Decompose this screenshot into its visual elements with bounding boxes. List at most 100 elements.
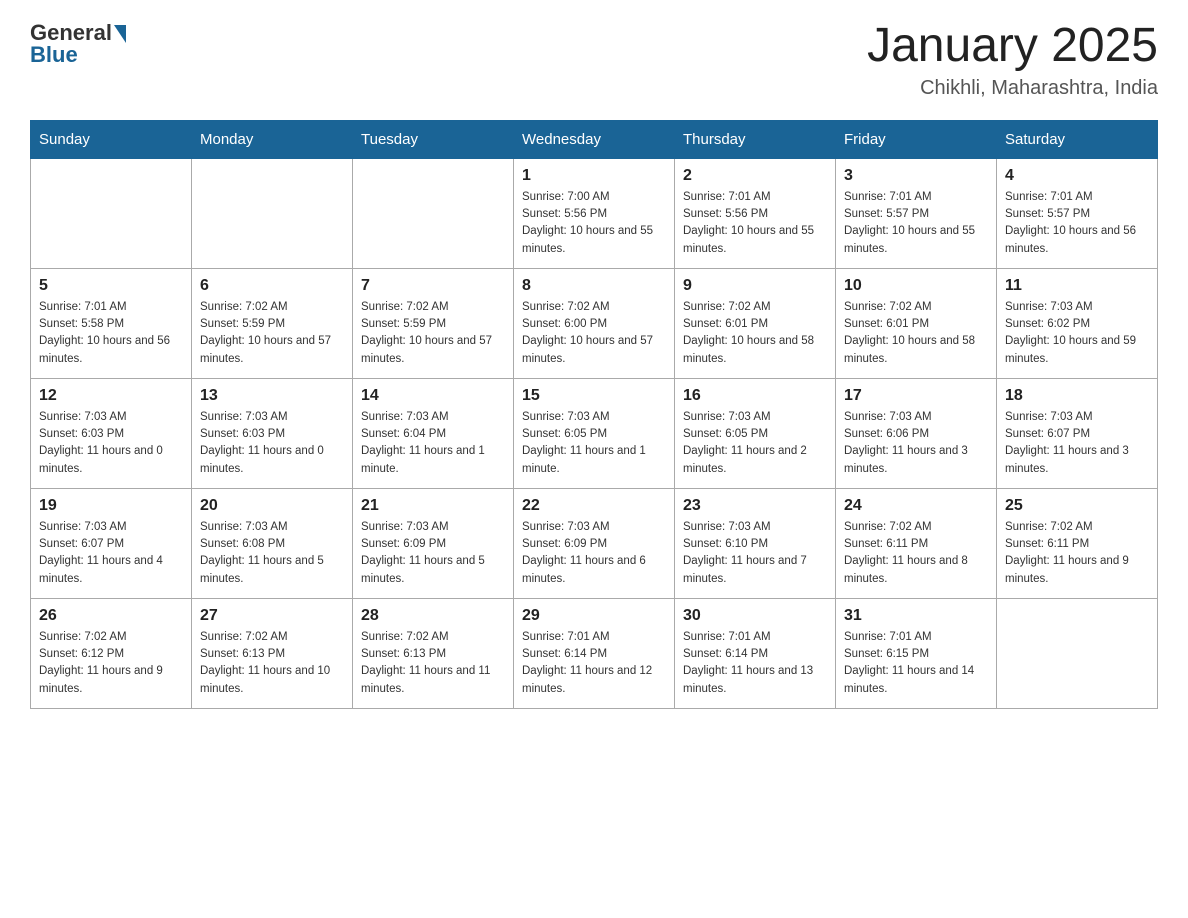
header-monday: Monday xyxy=(192,120,353,158)
calendar-cell: 24 Sunrise: 7:02 AMSunset: 6:11 PMDayligh… xyxy=(836,488,997,598)
day-number: 6 xyxy=(200,277,344,295)
calendar-cell: 27 Sunrise: 7:02 AMSunset: 6:13 PMDayligh… xyxy=(192,598,353,708)
calendar-cell: 11 Sunrise: 7:03 AMSunset: 6:02 PMDayligh… xyxy=(997,268,1158,378)
day-number: 22 xyxy=(522,497,666,515)
day-number: 24 xyxy=(844,497,988,515)
day-info: Sunrise: 7:00 AMSunset: 5:56 PMDaylight:… xyxy=(522,189,666,258)
day-number: 17 xyxy=(844,387,988,405)
day-info: Sunrise: 7:02 AMSunset: 6:13 PMDaylight:… xyxy=(200,629,344,698)
logo-blue-text: Blue xyxy=(30,42,78,68)
calendar-title: January 2025 xyxy=(867,20,1158,73)
day-number: 19 xyxy=(39,497,183,515)
calendar-week-row: 19 Sunrise: 7:03 AMSunset: 6:07 PMDayligh… xyxy=(31,488,1158,598)
day-info: Sunrise: 7:03 AMSunset: 6:10 PMDaylight:… xyxy=(683,519,827,588)
calendar-cell: 21 Sunrise: 7:03 AMSunset: 6:09 PMDayligh… xyxy=(353,488,514,598)
day-number: 20 xyxy=(200,497,344,515)
day-number: 16 xyxy=(683,387,827,405)
day-number: 8 xyxy=(522,277,666,295)
day-info: Sunrise: 7:03 AMSunset: 6:08 PMDaylight:… xyxy=(200,519,344,588)
calendar-cell: 9 Sunrise: 7:02 AMSunset: 6:01 PMDaylight… xyxy=(675,268,836,378)
day-info: Sunrise: 7:02 AMSunset: 6:01 PMDaylight:… xyxy=(683,299,827,368)
calendar-cell: 3 Sunrise: 7:01 AMSunset: 5:57 PMDaylight… xyxy=(836,158,997,268)
calendar-cell: 14Sunrise: 7:03 AMSunset: 6:04 PMDayligh… xyxy=(353,378,514,488)
day-number: 23 xyxy=(683,497,827,515)
calendar-cell: 12 Sunrise: 7:03 AMSunset: 6:03 PMDayligh… xyxy=(31,378,192,488)
calendar-table: SundayMondayTuesdayWednesdayThursdayFrid… xyxy=(30,120,1158,709)
day-info: Sunrise: 7:03 AMSunset: 6:03 PMDaylight:… xyxy=(39,409,183,478)
calendar-cell: 23 Sunrise: 7:03 AMSunset: 6:10 PMDayligh… xyxy=(675,488,836,598)
day-number: 10 xyxy=(844,277,988,295)
day-info: Sunrise: 7:02 AMSunset: 5:59 PMDaylight:… xyxy=(200,299,344,368)
day-info: Sunrise: 7:02 AMSunset: 6:12 PMDaylight:… xyxy=(39,629,183,698)
day-info: Sunrise: 7:03 AMSunset: 6:04 PMDaylight:… xyxy=(361,409,505,478)
day-info: Sunrise: 7:02 AMSunset: 5:59 PMDaylight:… xyxy=(361,299,505,368)
calendar-cell: 10 Sunrise: 7:02 AMSunset: 6:01 PMDayligh… xyxy=(836,268,997,378)
day-info: Sunrise: 7:03 AMSunset: 6:07 PMDaylight:… xyxy=(1005,409,1149,478)
day-number: 30 xyxy=(683,607,827,625)
day-info: Sunrise: 7:01 AMSunset: 6:14 PMDaylight:… xyxy=(683,629,827,698)
calendar-cell: 8Sunrise: 7:02 AMSunset: 6:00 PMDaylight… xyxy=(514,268,675,378)
day-number: 21 xyxy=(361,497,505,515)
title-section: January 2025 Chikhli, Maharashtra, India xyxy=(867,20,1158,100)
day-number: 12 xyxy=(39,387,183,405)
day-number: 18 xyxy=(1005,387,1149,405)
calendar-cell: 17 Sunrise: 7:03 AMSunset: 6:06 PMDayligh… xyxy=(836,378,997,488)
day-number: 1 xyxy=(522,167,666,185)
header-friday: Friday xyxy=(836,120,997,158)
calendar-week-row: 1 Sunrise: 7:00 AMSunset: 5:56 PMDaylight… xyxy=(31,158,1158,268)
day-info: Sunrise: 7:01 AMSunset: 5:58 PMDaylight:… xyxy=(39,299,183,368)
day-info: Sunrise: 7:01 AMSunset: 5:56 PMDaylight:… xyxy=(683,189,827,258)
calendar-week-row: 12 Sunrise: 7:03 AMSunset: 6:03 PMDayligh… xyxy=(31,378,1158,488)
calendar-cell: 22 Sunrise: 7:03 AMSunset: 6:09 PMDayligh… xyxy=(514,488,675,598)
day-number: 3 xyxy=(844,167,988,185)
day-number: 4 xyxy=(1005,167,1149,185)
day-info: Sunrise: 7:01 AMSunset: 5:57 PMDaylight:… xyxy=(844,189,988,258)
day-info: Sunrise: 7:03 AMSunset: 6:05 PMDaylight:… xyxy=(522,409,666,478)
calendar-cell xyxy=(192,158,353,268)
day-number: 2 xyxy=(683,167,827,185)
calendar-cell: 2 Sunrise: 7:01 AMSunset: 5:56 PMDaylight… xyxy=(675,158,836,268)
day-info: Sunrise: 7:03 AMSunset: 6:09 PMDaylight:… xyxy=(522,519,666,588)
day-number: 15 xyxy=(522,387,666,405)
day-number: 31 xyxy=(844,607,988,625)
calendar-cell: 16Sunrise: 7:03 AMSunset: 6:05 PMDayligh… xyxy=(675,378,836,488)
header-sunday: Sunday xyxy=(31,120,192,158)
calendar-cell: 19 Sunrise: 7:03 AMSunset: 6:07 PMDayligh… xyxy=(31,488,192,598)
calendar-cell xyxy=(31,158,192,268)
day-number: 27 xyxy=(200,607,344,625)
day-info: Sunrise: 7:03 AMSunset: 6:06 PMDaylight:… xyxy=(844,409,988,478)
day-info: Sunrise: 7:02 AMSunset: 6:11 PMDaylight:… xyxy=(1005,519,1149,588)
logo: General Blue xyxy=(30,20,126,68)
day-info: Sunrise: 7:02 AMSunset: 6:11 PMDaylight:… xyxy=(844,519,988,588)
calendar-week-row: 26Sunrise: 7:02 AMSunset: 6:12 PMDayligh… xyxy=(31,598,1158,708)
calendar-cell: 1 Sunrise: 7:00 AMSunset: 5:56 PMDaylight… xyxy=(514,158,675,268)
header-saturday: Saturday xyxy=(997,120,1158,158)
calendar-cell: 18 Sunrise: 7:03 AMSunset: 6:07 PMDayligh… xyxy=(997,378,1158,488)
day-info: Sunrise: 7:03 AMSunset: 6:03 PMDaylight:… xyxy=(200,409,344,478)
day-number: 9 xyxy=(683,277,827,295)
calendar-cell: 7Sunrise: 7:02 AMSunset: 5:59 PMDaylight… xyxy=(353,268,514,378)
day-info: Sunrise: 7:01 AMSunset: 5:57 PMDaylight:… xyxy=(1005,189,1149,258)
calendar-cell: 25 Sunrise: 7:02 AMSunset: 6:11 PMDayligh… xyxy=(997,488,1158,598)
calendar-cell: 31Sunrise: 7:01 AMSunset: 6:15 PMDayligh… xyxy=(836,598,997,708)
day-info: Sunrise: 7:03 AMSunset: 6:09 PMDaylight:… xyxy=(361,519,505,588)
day-info: Sunrise: 7:02 AMSunset: 6:01 PMDaylight:… xyxy=(844,299,988,368)
header-wednesday: Wednesday xyxy=(514,120,675,158)
day-number: 28 xyxy=(361,607,505,625)
calendar-cell: 5Sunrise: 7:01 AMSunset: 5:58 PMDaylight… xyxy=(31,268,192,378)
day-number: 11 xyxy=(1005,277,1149,295)
calendar-cell: 20 Sunrise: 7:03 AMSunset: 6:08 PMDayligh… xyxy=(192,488,353,598)
calendar-cell: 28Sunrise: 7:02 AMSunset: 6:13 PMDayligh… xyxy=(353,598,514,708)
day-number: 25 xyxy=(1005,497,1149,515)
page-header: General Blue January 2025 Chikhli, Mahar… xyxy=(30,20,1158,100)
calendar-week-row: 5Sunrise: 7:01 AMSunset: 5:58 PMDaylight… xyxy=(31,268,1158,378)
calendar-cell: 4 Sunrise: 7:01 AMSunset: 5:57 PMDaylight… xyxy=(997,158,1158,268)
calendar-cell: 6 Sunrise: 7:02 AMSunset: 5:59 PMDaylight… xyxy=(192,268,353,378)
calendar-cell: 15 Sunrise: 7:03 AMSunset: 6:05 PMDayligh… xyxy=(514,378,675,488)
day-info: Sunrise: 7:03 AMSunset: 6:07 PMDaylight:… xyxy=(39,519,183,588)
day-info: Sunrise: 7:01 AMSunset: 6:14 PMDaylight:… xyxy=(522,629,666,698)
calendar-header-row: SundayMondayTuesdayWednesdayThursdayFrid… xyxy=(31,120,1158,158)
day-number: 13 xyxy=(200,387,344,405)
day-info: Sunrise: 7:03 AMSunset: 6:02 PMDaylight:… xyxy=(1005,299,1149,368)
calendar-cell: 13 Sunrise: 7:03 AMSunset: 6:03 PMDayligh… xyxy=(192,378,353,488)
